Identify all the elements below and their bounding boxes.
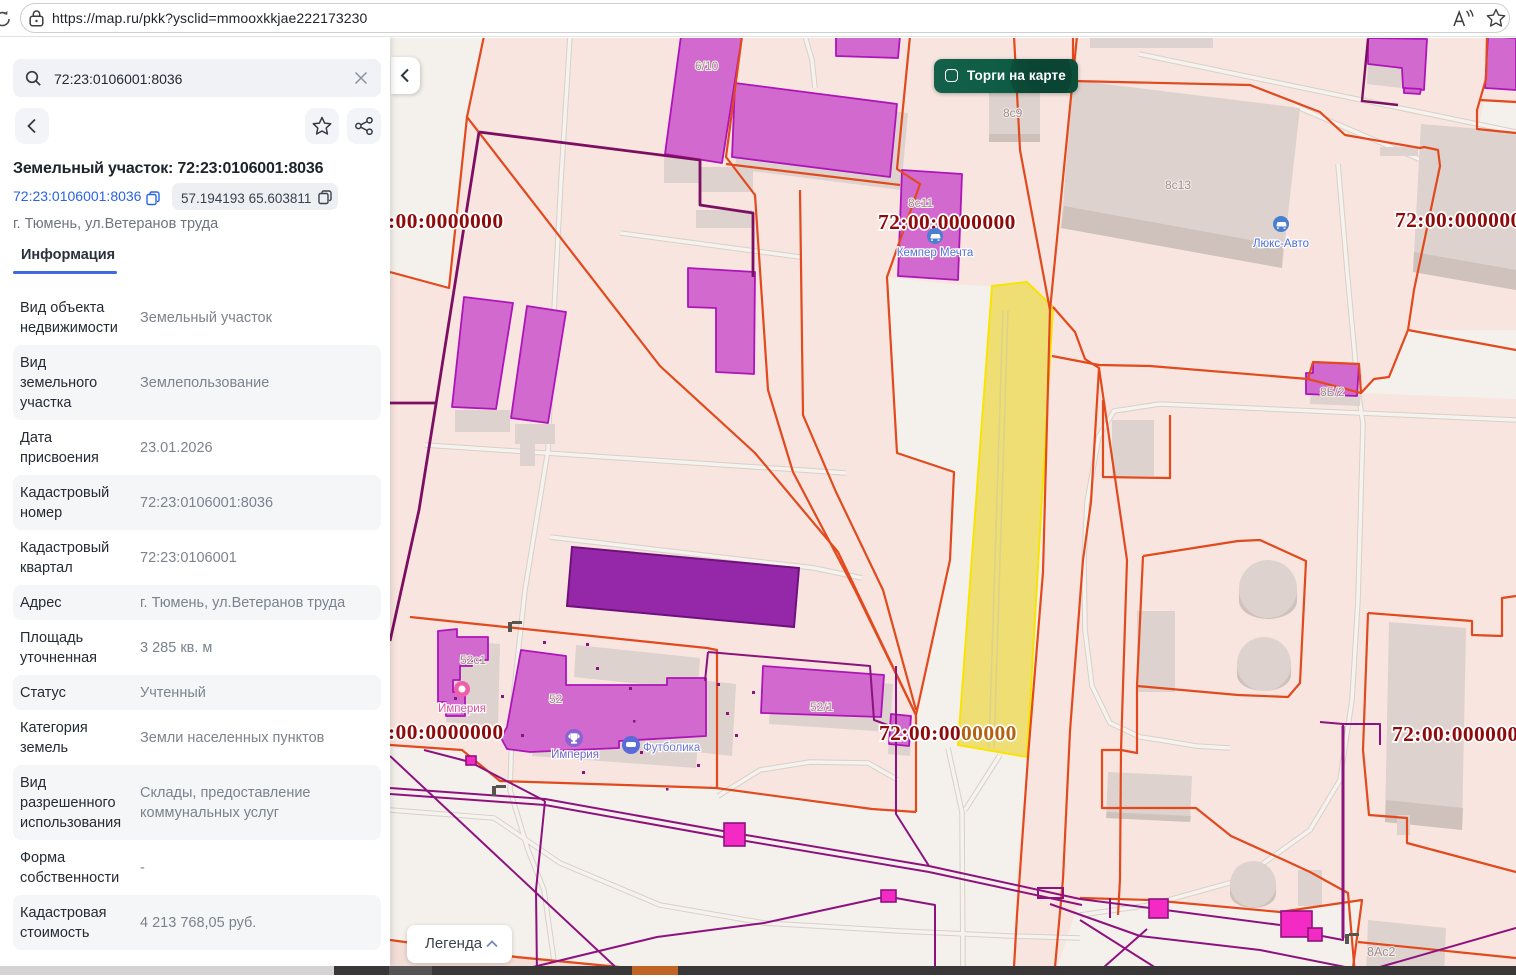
svg-text:Империя: Империя — [551, 749, 599, 761]
svg-text:Люкс-Авто: Люкс-Авто — [1253, 238, 1309, 250]
svg-text:52с1: 52с1 — [460, 653, 486, 667]
svg-text:Кемпер Мечта: Кемпер Мечта — [897, 247, 974, 259]
svg-text:52/1: 52/1 — [810, 700, 834, 714]
svg-text:8с11: 8с11 — [908, 196, 933, 210]
svg-text:Империя: Империя — [438, 703, 486, 715]
svg-text:72:00:0000000: 72:00:0000000 — [878, 210, 1016, 234]
svg-text::00:0000000: :00:0000000 — [390, 720, 503, 744]
svg-text:6/10: 6/10 — [695, 59, 719, 73]
svg-text:72:00:0000000: 72:00:0000000 — [1392, 722, 1516, 746]
svg-text:Футболика: Футболика — [643, 742, 701, 754]
svg-text:72:00:0000000: 72:00:0000000 — [879, 721, 1017, 745]
svg-text:72:00:0000000: 72:00:0000000 — [1395, 208, 1516, 232]
svg-text:8Ас2: 8Ас2 — [1367, 945, 1396, 959]
svg-text::00:0000000: :00:0000000 — [390, 209, 503, 233]
svg-text:8Б/2: 8Б/2 — [1320, 385, 1345, 399]
svg-text:52: 52 — [549, 692, 563, 706]
svg-text:8с13: 8с13 — [1165, 178, 1191, 192]
svg-text:8с9: 8с9 — [1003, 106, 1023, 120]
